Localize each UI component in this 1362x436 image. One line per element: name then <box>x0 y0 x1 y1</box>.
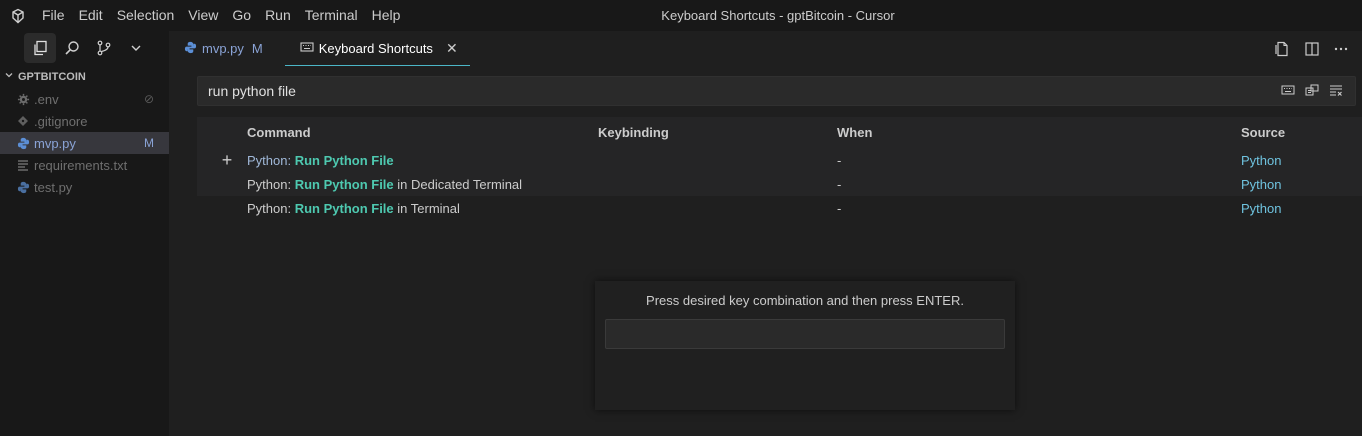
file-item-mvp[interactable]: mvp.py M <box>0 132 169 154</box>
modified-badge: M <box>251 41 263 56</box>
folder-name: GPTBITCOIN <box>18 71 86 83</box>
tab-keyboard-shortcuts[interactable]: Keyboard Shortcuts ✕ <box>284 31 470 66</box>
editor-actions <box>1274 31 1362 66</box>
menu-view[interactable]: View <box>181 0 225 31</box>
file-item-env[interactable]: .env ⊘ <box>0 88 169 110</box>
tab-label: Keyboard Shortcuts <box>318 40 433 56</box>
more-actions-icon[interactable] <box>1334 47 1348 51</box>
search-input[interactable] <box>208 83 1281 99</box>
command-cell: Python: Run Python File in Terminal <box>247 200 460 216</box>
search-actions <box>1281 83 1355 100</box>
source-control-icon[interactable] <box>88 33 120 63</box>
menu-help[interactable]: Help <box>365 0 408 31</box>
record-keys-icon[interactable] <box>1281 84 1295 99</box>
menu-file[interactable]: File <box>36 0 72 31</box>
cursor-logo-icon <box>0 0 36 31</box>
sort-by-precedence-icon[interactable] <box>1305 83 1319 100</box>
keybindings-search <box>197 76 1356 106</box>
file-item-requirements[interactable]: requirements.txt <box>0 154 169 176</box>
editor-tabs: mvp.py M Keyboard Shortcuts ✕ <box>169 31 1362 66</box>
menu-run[interactable]: Run <box>258 0 298 31</box>
explorer-folder-header[interactable]: GPTBITCOIN <box>0 66 169 88</box>
menu-bar: File Edit Selection View Go Run Terminal… <box>36 0 407 31</box>
keyboard-icon <box>300 41 314 56</box>
menu-go[interactable]: Go <box>225 0 258 31</box>
file-item-gitignore[interactable]: .gitignore <box>0 110 169 132</box>
header-when[interactable]: When <box>832 125 1241 140</box>
header-source[interactable]: Source <box>1241 125 1362 140</box>
command-cell: Python: Run Python File in Dedicated Ter… <box>247 176 523 192</box>
file-name: .gitignore <box>34 113 88 129</box>
clear-filter-icon[interactable] <box>1329 84 1343 99</box>
add-keybinding-icon[interactable]: + <box>197 150 247 171</box>
define-keybinding-dialog: Press desired key combination and then p… <box>595 281 1015 410</box>
when-cell: - <box>837 200 842 216</box>
when-cell: - <box>837 152 842 168</box>
lines-icon <box>16 158 30 172</box>
keybinding-input[interactable] <box>605 319 1005 349</box>
close-icon[interactable]: ✕ <box>446 40 458 57</box>
source-link[interactable]: Python <box>1241 201 1362 216</box>
open-json-icon[interactable] <box>1274 41 1290 57</box>
ignored-badge: ⊘ <box>143 92 154 106</box>
git-icon <box>16 114 30 128</box>
file-name: test.py <box>34 179 73 195</box>
when-cell: - <box>837 176 842 192</box>
menu-terminal[interactable]: Terminal <box>298 0 365 31</box>
sidebar: GPTBITCOIN .env ⊘ .gitignore mvp.py M re… <box>0 31 169 436</box>
split-editor-icon[interactable] <box>1304 41 1320 57</box>
source-link[interactable]: Python <box>1241 177 1362 192</box>
table-row[interactable]: Python: Run Python File in Terminal - Py… <box>197 196 1362 220</box>
tab-label: mvp.py <box>202 41 244 56</box>
search-icon[interactable] <box>56 33 88 63</box>
dialog-message: Press desired key combination and then p… <box>646 293 964 308</box>
menu-edit[interactable]: Edit <box>72 0 110 31</box>
header-keybinding[interactable]: Keybinding <box>598 125 832 140</box>
python-icon <box>16 136 30 150</box>
menu-selection[interactable]: Selection <box>110 0 182 31</box>
activity-bar <box>0 31 169 65</box>
gear-icon <box>16 92 30 106</box>
source-link[interactable]: Python <box>1241 153 1362 168</box>
table-row[interactable]: Python: Run Python File in Dedicated Ter… <box>197 172 1362 196</box>
chevron-down-icon[interactable] <box>120 33 152 63</box>
header-command[interactable]: Command <box>247 125 598 140</box>
title-bar: File Edit Selection View Go Run Terminal… <box>0 0 1362 31</box>
chevron-down-icon <box>4 66 14 88</box>
file-name: requirements.txt <box>34 157 128 173</box>
python-icon <box>184 41 197 57</box>
modified-badge: M <box>144 136 154 150</box>
table-header: Command Keybinding When Source <box>197 117 1362 148</box>
python-icon <box>16 180 30 194</box>
file-item-test[interactable]: test.py <box>0 176 169 198</box>
tab-mvp-py[interactable]: mvp.py M <box>169 31 275 66</box>
explorer-icon[interactable] <box>24 33 56 63</box>
file-name: .env <box>34 91 59 107</box>
file-name: mvp.py <box>34 135 76 151</box>
keybindings-table: Command Keybinding When Source + Python:… <box>197 117 1362 220</box>
command-cell: Python: Run Python File <box>247 152 394 168</box>
table-row[interactable]: + Python: Run Python File - Python <box>197 148 1362 172</box>
